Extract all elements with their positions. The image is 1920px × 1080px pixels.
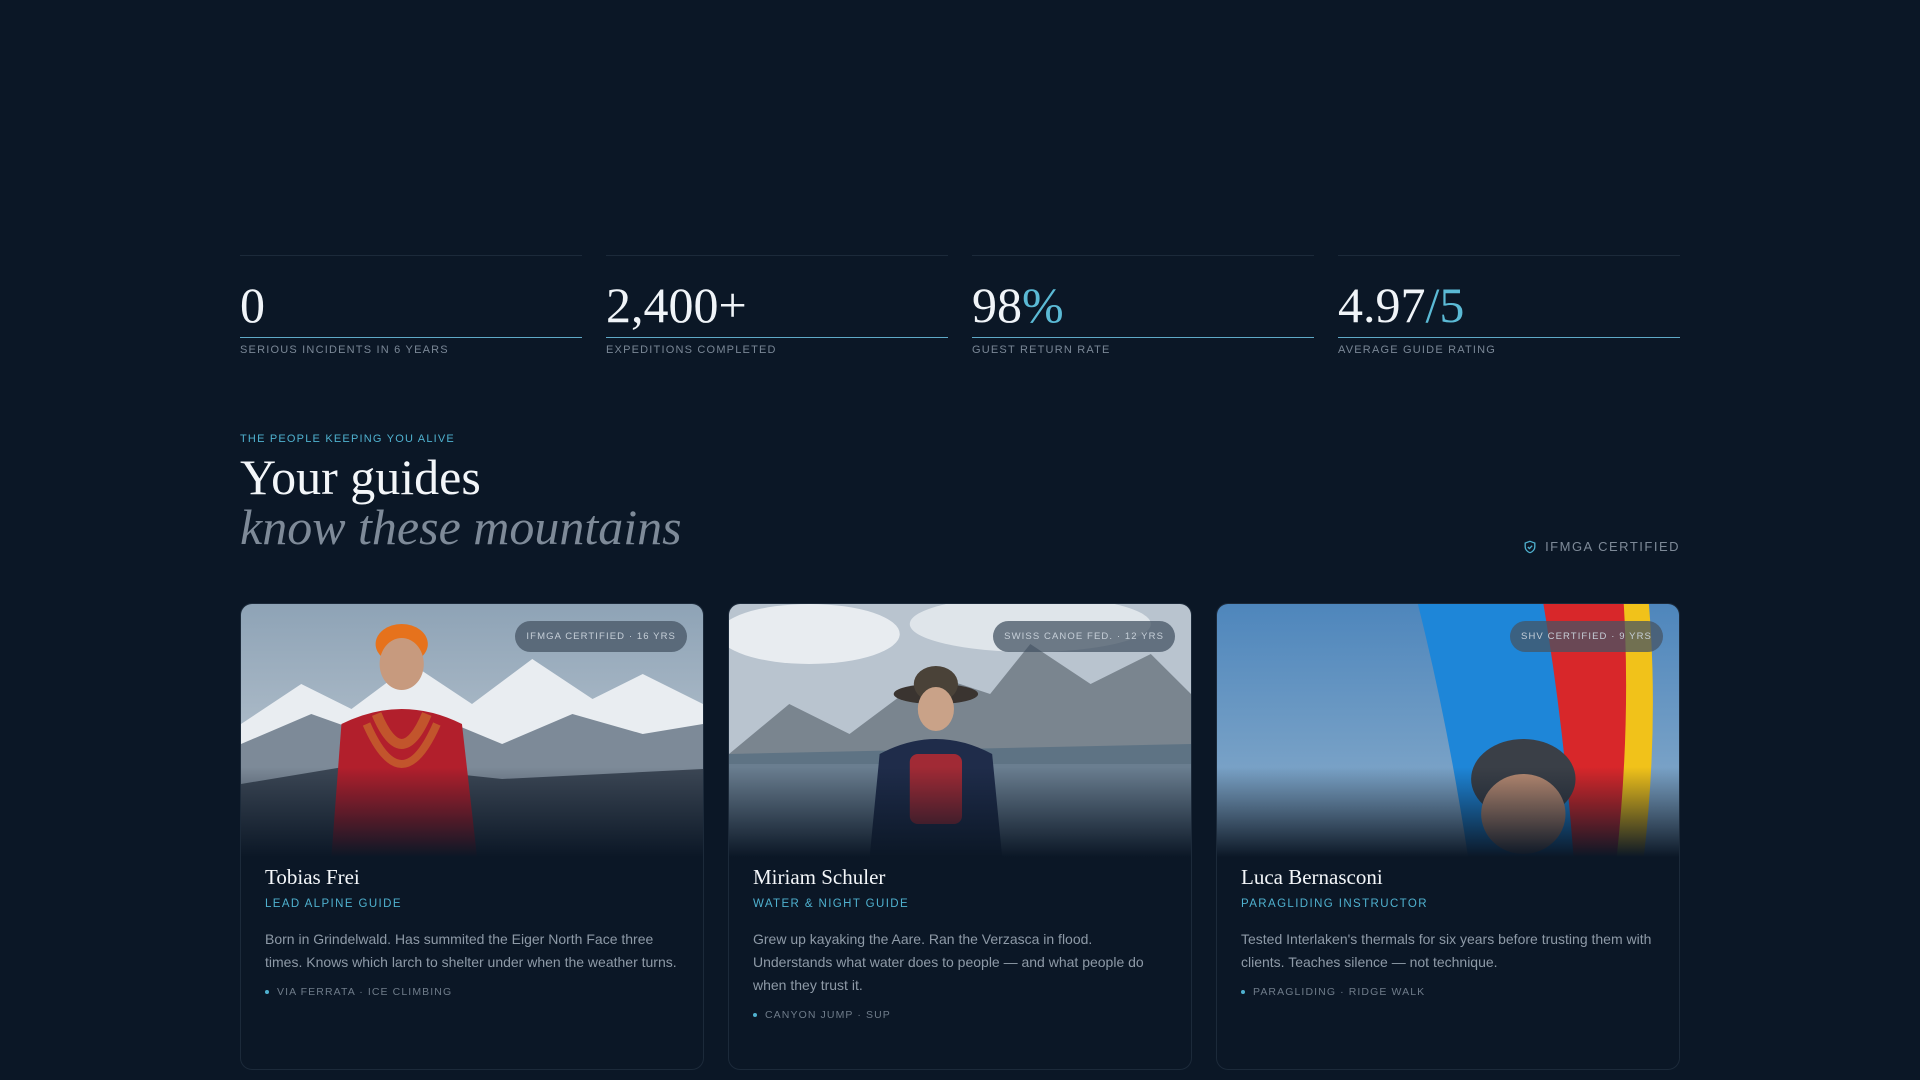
stat-value: 4.97/5 bbox=[1338, 280, 1680, 338]
guide-tags: VIA FERRATA · ICE CLIMBING bbox=[265, 986, 679, 998]
guide-card[interactable]: SWISS CANOE FED. · 12 YRS Miriam Schuler… bbox=[728, 603, 1192, 1070]
guide-name: Miriam Schuler bbox=[753, 865, 886, 889]
guide-role: PARAGLIDING INSTRUCTOR bbox=[1241, 898, 1428, 910]
stat-expeditions: 2,400+ EXPEDITIONS COMPLETED bbox=[606, 255, 948, 356]
shield-check-icon bbox=[1524, 540, 1536, 553]
section-title-line2: know these mountains bbox=[240, 499, 682, 555]
guide-tags-text: CANYON JUMP · SUP bbox=[765, 1009, 891, 1021]
stat-return-rate: 98% GUEST RETURN RATE bbox=[972, 255, 1314, 356]
stat-rating: 4.97/5 AVERAGE GUIDE RATING bbox=[1338, 255, 1680, 356]
guide-role: WATER & NIGHT GUIDE bbox=[753, 898, 910, 910]
guide-tags-text: VIA FERRATA · ICE CLIMBING bbox=[277, 986, 453, 998]
stat-label: AVERAGE GUIDE RATING bbox=[1338, 344, 1497, 356]
guide-tags: CANYON JUMP · SUP bbox=[753, 1009, 1167, 1021]
guide-bio: Born in Grindelwald. Has summited the Ei… bbox=[265, 931, 677, 970]
stat-value: 2,400+ bbox=[606, 280, 948, 338]
section-title: Your guides know these mountains bbox=[240, 452, 682, 552]
guides-grid: IFMGA CERTIFIED · 16 YRS Tobias Frei LEA… bbox=[240, 603, 1680, 1070]
guide-role: LEAD ALPINE GUIDE bbox=[265, 898, 402, 910]
guide-photo: SHV CERTIFIED · 9 YRS bbox=[1217, 604, 1679, 857]
guide-bio: Grew up kayaking the Aare. Ran the Verza… bbox=[753, 931, 1144, 993]
tag-dot-icon bbox=[265, 990, 269, 994]
guide-tags-text: PARAGLIDING · RIDGE WALK bbox=[1253, 986, 1426, 998]
section-title-line1: Your guides bbox=[240, 449, 481, 505]
stat-number: 98 bbox=[972, 277, 1022, 333]
guide-badge: SHV CERTIFIED · 9 YRS bbox=[1510, 621, 1663, 652]
stat-accent: /5 bbox=[1425, 277, 1465, 333]
guide-card[interactable]: IFMGA CERTIFIED · 16 YRS Tobias Frei LEA… bbox=[240, 603, 704, 1070]
stat-label: EXPEDITIONS COMPLETED bbox=[606, 344, 777, 356]
guide-badge: SWISS CANOE FED. · 12 YRS bbox=[993, 621, 1175, 652]
guide-photo: SWISS CANOE FED. · 12 YRS bbox=[729, 604, 1191, 857]
guide-name: Luca Bernasconi bbox=[1241, 865, 1383, 889]
section-eyebrow: THE PEOPLE KEEPING YOU ALIVE bbox=[240, 433, 455, 445]
stat-label: GUEST RETURN RATE bbox=[972, 344, 1111, 356]
stat-value: 98% bbox=[972, 280, 1314, 338]
certified-text: IFMGA CERTIFIED bbox=[1545, 539, 1680, 554]
stat-number: 0 bbox=[240, 277, 265, 333]
guide-name: Tobias Frei bbox=[265, 865, 360, 889]
guide-card-body: Miriam Schuler WATER & NIGHT GUIDE Grew … bbox=[729, 865, 1191, 1021]
tag-dot-icon bbox=[753, 1013, 757, 1017]
guide-badge: IFMGA CERTIFIED · 16 YRS bbox=[515, 621, 687, 652]
guide-tags: PARAGLIDING · RIDGE WALK bbox=[1241, 986, 1655, 998]
stat-incidents: 0 SERIOUS INCIDENTS IN 6 YEARS bbox=[240, 255, 582, 356]
stat-number: 4.97 bbox=[1338, 277, 1426, 333]
tag-dot-icon bbox=[1241, 990, 1245, 994]
guide-photo: IFMGA CERTIFIED · 16 YRS bbox=[241, 604, 703, 857]
stat-value: 0 bbox=[240, 280, 582, 338]
guide-card-body: Luca Bernasconi PARAGLIDING INSTRUCTOR T… bbox=[1217, 865, 1679, 998]
stat-number: 2,400+ bbox=[606, 277, 747, 333]
stat-label: SERIOUS INCIDENTS IN 6 YEARS bbox=[240, 344, 449, 356]
stats-row: 0 SERIOUS INCIDENTS IN 6 YEARS 2,400+ EX… bbox=[240, 255, 1680, 356]
certified-label: IFMGA CERTIFIED bbox=[1523, 539, 1680, 554]
guide-bio: Tested Interlaken's thermals for six yea… bbox=[1241, 931, 1652, 970]
stat-accent: % bbox=[1022, 277, 1064, 333]
guide-card[interactable]: SHV CERTIFIED · 9 YRS Luca Bernasconi PA… bbox=[1216, 603, 1680, 1070]
guide-card-body: Tobias Frei LEAD ALPINE GUIDE Born in Gr… bbox=[241, 865, 703, 998]
